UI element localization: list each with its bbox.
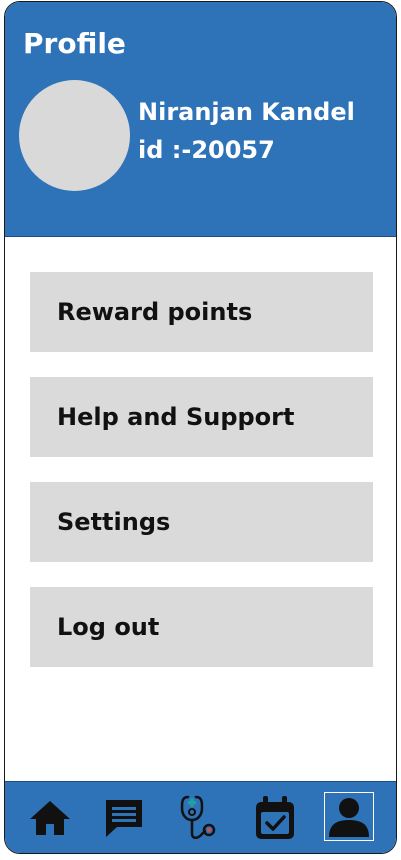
chat-icon (106, 799, 142, 837)
nav-chat-button[interactable] (99, 782, 149, 853)
log-out-button[interactable]: Log out (30, 587, 373, 667)
nav-home-button[interactable] (25, 782, 75, 853)
profile-header: Profile Niranjan Kandel id :-20057 (5, 2, 396, 237)
reward-points-label: Reward points (57, 298, 253, 326)
help-and-support-button[interactable]: Help and Support (30, 377, 373, 457)
page-title: Profile (23, 27, 126, 60)
user-id: id :-20057 (138, 136, 275, 164)
nav-profile-button[interactable] (324, 792, 374, 841)
log-out-label: Log out (57, 613, 160, 641)
reward-points-button[interactable]: Reward points (30, 272, 373, 352)
user-icon (329, 797, 369, 837)
settings-button[interactable]: Settings (30, 482, 373, 562)
profile-screen: Profile Niranjan Kandel id :-20057 Rewar… (4, 1, 397, 854)
bottom-navigation (5, 781, 396, 853)
nav-appointments-button[interactable] (250, 782, 300, 853)
calendar-check-icon (256, 795, 294, 839)
nav-health-button[interactable] (173, 782, 223, 853)
user-name: Niranjan Kandel (138, 98, 355, 126)
stethoscope-icon (180, 795, 216, 839)
help-and-support-label: Help and Support (57, 403, 295, 431)
home-icon (30, 800, 70, 835)
avatar[interactable] (19, 80, 130, 191)
settings-label: Settings (57, 508, 171, 536)
